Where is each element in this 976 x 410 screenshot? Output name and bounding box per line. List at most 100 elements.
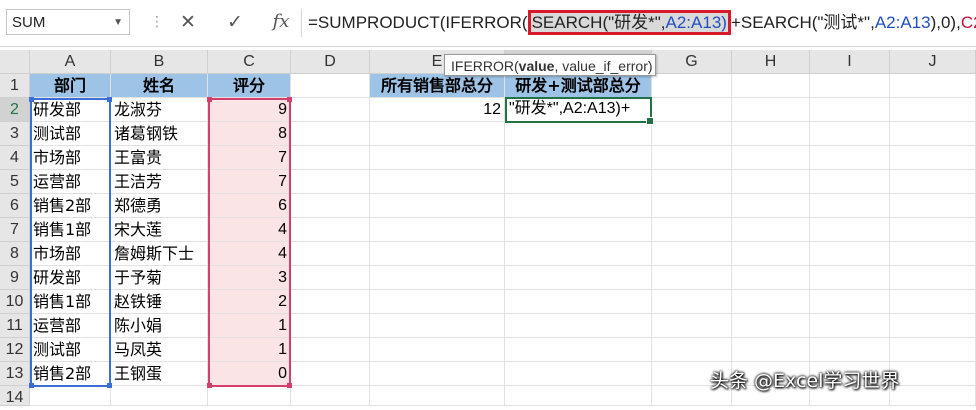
cell-g1[interactable] <box>652 74 732 98</box>
cell-b9[interactable]: 于予菊 <box>111 266 208 290</box>
cell-i5[interactable] <box>810 170 890 194</box>
cell-a7[interactable]: 销售1部 <box>30 218 111 242</box>
cell-c4[interactable]: 7 <box>208 146 291 170</box>
cell-i10[interactable] <box>810 290 890 314</box>
cell-d2[interactable] <box>291 98 370 122</box>
row-header-12[interactable]: 12 <box>0 338 30 362</box>
cell-i2[interactable] <box>810 98 890 122</box>
cell-d6[interactable] <box>291 194 370 218</box>
cell-j4[interactable] <box>890 146 976 170</box>
cell-b12[interactable]: 马凤英 <box>111 338 208 362</box>
cell-h5[interactable] <box>732 170 810 194</box>
cell-j14[interactable] <box>890 386 976 406</box>
cell-e9[interactable] <box>370 266 505 290</box>
cell-c1[interactable]: 评分 <box>208 74 291 98</box>
cell-a8[interactable]: 市场部 <box>30 242 111 266</box>
cell-i3[interactable] <box>810 122 890 146</box>
row-header-10[interactable]: 10 <box>0 290 30 314</box>
cell-j3[interactable] <box>890 122 976 146</box>
cell-i4[interactable] <box>810 146 890 170</box>
fill-handle[interactable] <box>646 117 654 125</box>
row-header-14[interactable]: 14 <box>0 386 30 406</box>
cell-a12[interactable]: 测试部 <box>30 338 111 362</box>
name-box[interactable]: SUM ▼ <box>6 9 130 35</box>
cell-d4[interactable] <box>291 146 370 170</box>
cell-c2[interactable]: 9 <box>208 98 291 122</box>
cell-i9[interactable] <box>810 266 890 290</box>
cell-d11[interactable] <box>291 314 370 338</box>
cell-b1[interactable]: 姓名 <box>111 74 208 98</box>
row-header-5[interactable]: 5 <box>0 170 30 194</box>
cell-d13[interactable] <box>291 362 370 386</box>
cell-j12[interactable] <box>890 338 976 362</box>
cell-a6[interactable]: 销售2部 <box>30 194 111 218</box>
check-icon[interactable]: ✓ <box>220 9 250 35</box>
cell-g5[interactable] <box>652 170 732 194</box>
cell-g7[interactable] <box>652 218 732 242</box>
cell-b4[interactable]: 王富贵 <box>111 146 208 170</box>
column-header-a[interactable]: A <box>30 50 111 74</box>
cell-i12[interactable] <box>810 338 890 362</box>
cell-f3[interactable] <box>505 122 652 146</box>
cell-j9[interactable] <box>890 266 976 290</box>
tooltip-arg-value[interactable]: value <box>519 58 555 74</box>
cell-b7[interactable]: 宋大莲 <box>111 218 208 242</box>
cell-c14[interactable] <box>208 386 291 406</box>
cell-e4[interactable] <box>370 146 505 170</box>
cell-g8[interactable] <box>652 242 732 266</box>
cell-f8[interactable] <box>505 242 652 266</box>
cell-e7[interactable] <box>370 218 505 242</box>
cell-d12[interactable] <box>291 338 370 362</box>
cell-e10[interactable] <box>370 290 505 314</box>
cell-j13[interactable] <box>890 362 976 386</box>
cell-f5[interactable] <box>505 170 652 194</box>
cell-i1[interactable] <box>810 74 890 98</box>
cell-g10[interactable] <box>652 290 732 314</box>
cell-g4[interactable] <box>652 146 732 170</box>
cell-j2[interactable] <box>890 98 976 122</box>
row-header-3[interactable]: 3 <box>0 122 30 146</box>
cell-i11[interactable] <box>810 314 890 338</box>
cell-c9[interactable]: 3 <box>208 266 291 290</box>
row-header-8[interactable]: 8 <box>0 242 30 266</box>
column-header-j[interactable]: J <box>890 50 976 74</box>
row-header-1[interactable]: 1 <box>0 74 30 98</box>
cell-h12[interactable] <box>732 338 810 362</box>
cell-b13[interactable]: 王钢蛋 <box>111 362 208 386</box>
cell-a1[interactable]: 部门 <box>30 74 111 98</box>
row-header-11[interactable]: 11 <box>0 314 30 338</box>
cell-a3[interactable]: 测试部 <box>30 122 111 146</box>
cell-e11[interactable] <box>370 314 505 338</box>
cell-e6[interactable] <box>370 194 505 218</box>
cell-i8[interactable] <box>810 242 890 266</box>
active-cell-f2[interactable]: "研发*",A2:A13)+ <box>505 97 654 125</box>
row-header-7[interactable]: 7 <box>0 218 30 242</box>
select-all-corner[interactable] <box>0 50 30 74</box>
cell-b5[interactable]: 王洁芳 <box>111 170 208 194</box>
cell-f12[interactable] <box>505 338 652 362</box>
cell-d10[interactable] <box>291 290 370 314</box>
column-header-c[interactable]: C <box>208 50 291 74</box>
cell-e14[interactable] <box>370 386 505 406</box>
cell-f4[interactable] <box>505 146 652 170</box>
cell-c7[interactable]: 4 <box>208 218 291 242</box>
cell-d3[interactable] <box>291 122 370 146</box>
cell-a14[interactable] <box>30 386 111 406</box>
x-icon[interactable]: ✕ <box>173 9 203 35</box>
row-header-6[interactable]: 6 <box>0 194 30 218</box>
cell-g12[interactable] <box>652 338 732 362</box>
formula-input[interactable]: =SUMPRODUCT(IFERROR(SEARCH("研发*",A2:A13)… <box>301 9 976 37</box>
cell-h8[interactable] <box>732 242 810 266</box>
cell-g9[interactable] <box>652 266 732 290</box>
cell-f14[interactable] <box>505 386 652 406</box>
cell-d1[interactable] <box>291 74 370 98</box>
cell-h11[interactable] <box>732 314 810 338</box>
cell-j1[interactable] <box>890 74 976 98</box>
cell-f9[interactable] <box>505 266 652 290</box>
cell-e8[interactable] <box>370 242 505 266</box>
cell-c3[interactable]: 8 <box>208 122 291 146</box>
cell-e12[interactable] <box>370 338 505 362</box>
cell-a9[interactable]: 研发部 <box>30 266 111 290</box>
cell-f7[interactable] <box>505 218 652 242</box>
cell-b14[interactable] <box>111 386 208 406</box>
